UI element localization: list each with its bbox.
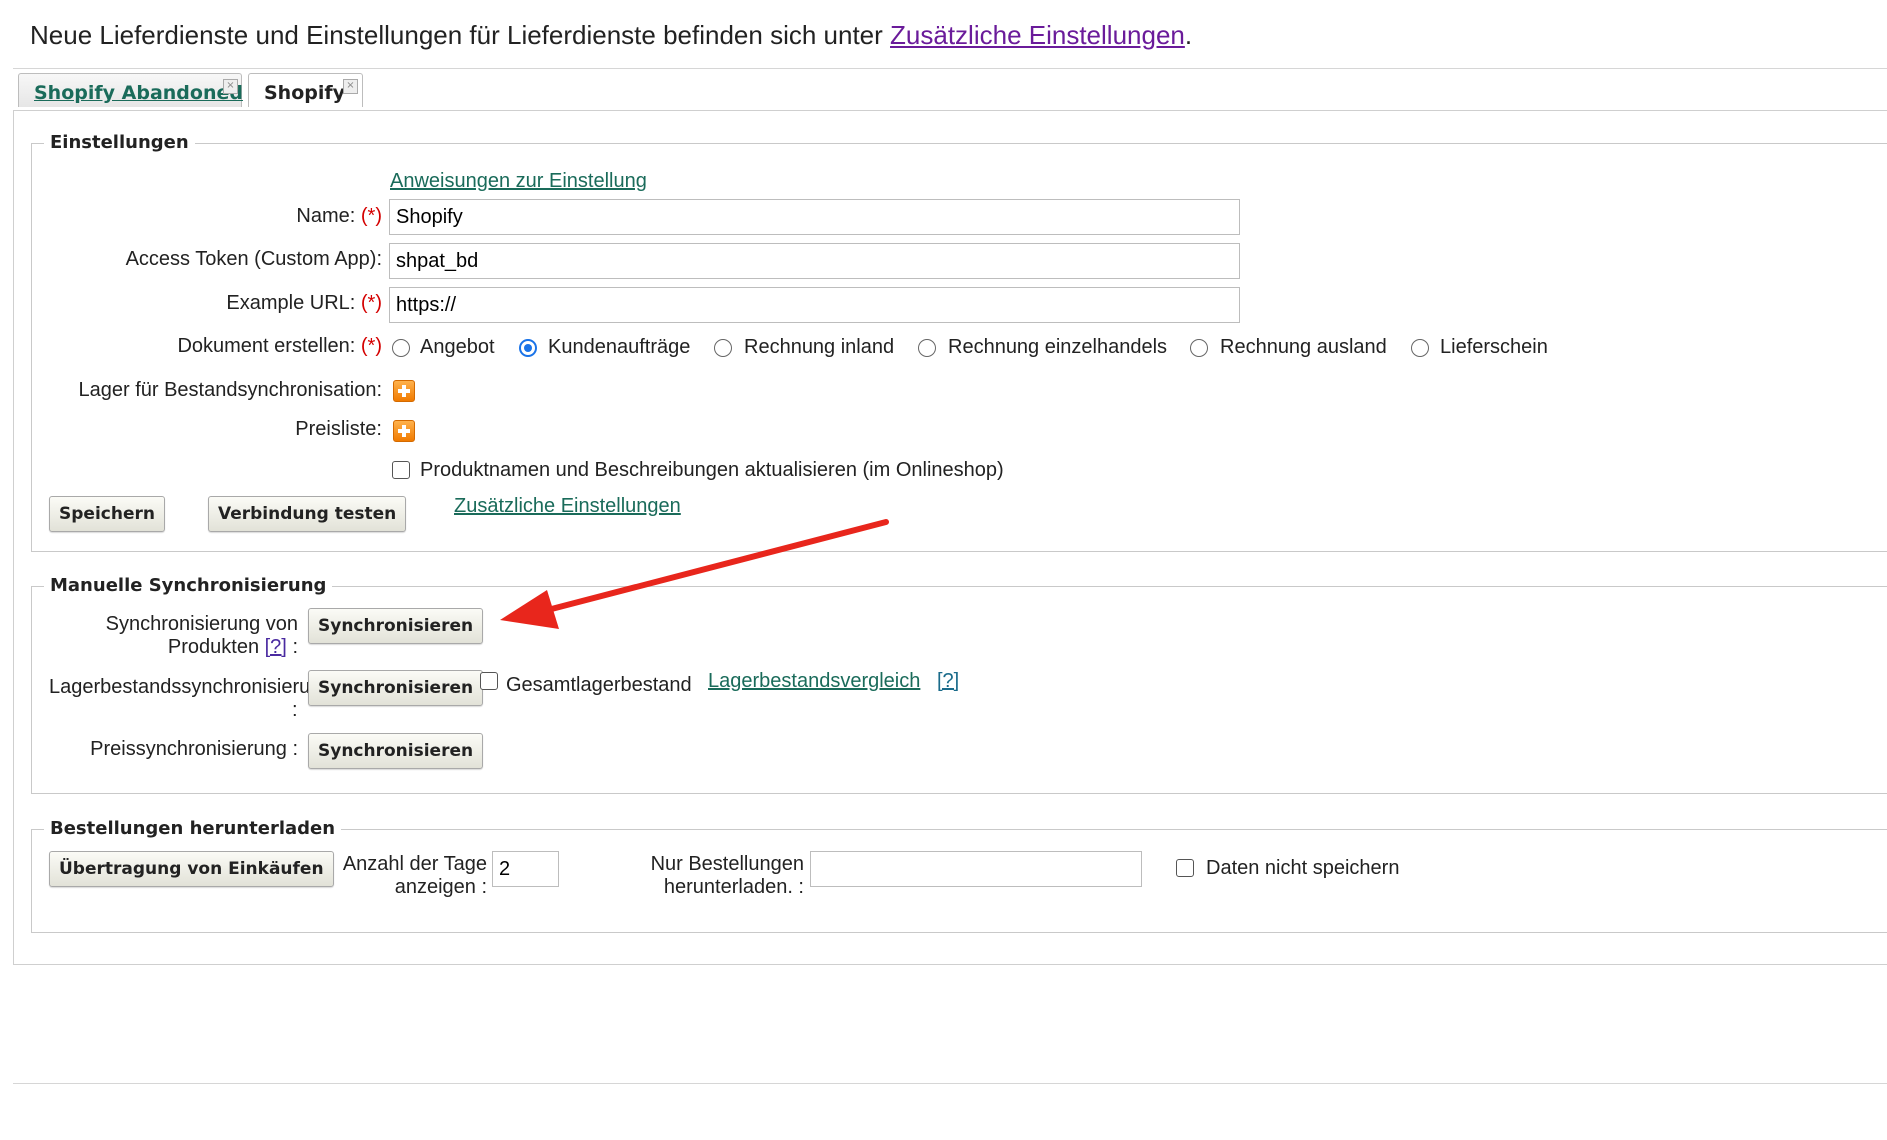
orders-legend: Bestellungen herunterladen [44,818,342,839]
days-label: Anzahl der Tage anzeigen : [342,853,487,898]
only-orders-label: Nur Bestellungen herunterladen. : [650,853,804,898]
only-orders-input[interactable] [810,851,1142,887]
bottom-divider [13,1083,1887,1084]
no-save-label: Daten nicht speichern [1206,857,1400,879]
transfer-purchases-button[interactable]: Übertragung von Einkäufen [49,851,334,887]
days-input[interactable] [492,851,559,887]
annotation-arrow [500,519,889,629]
no-save-checkbox[interactable] [1176,859,1194,877]
